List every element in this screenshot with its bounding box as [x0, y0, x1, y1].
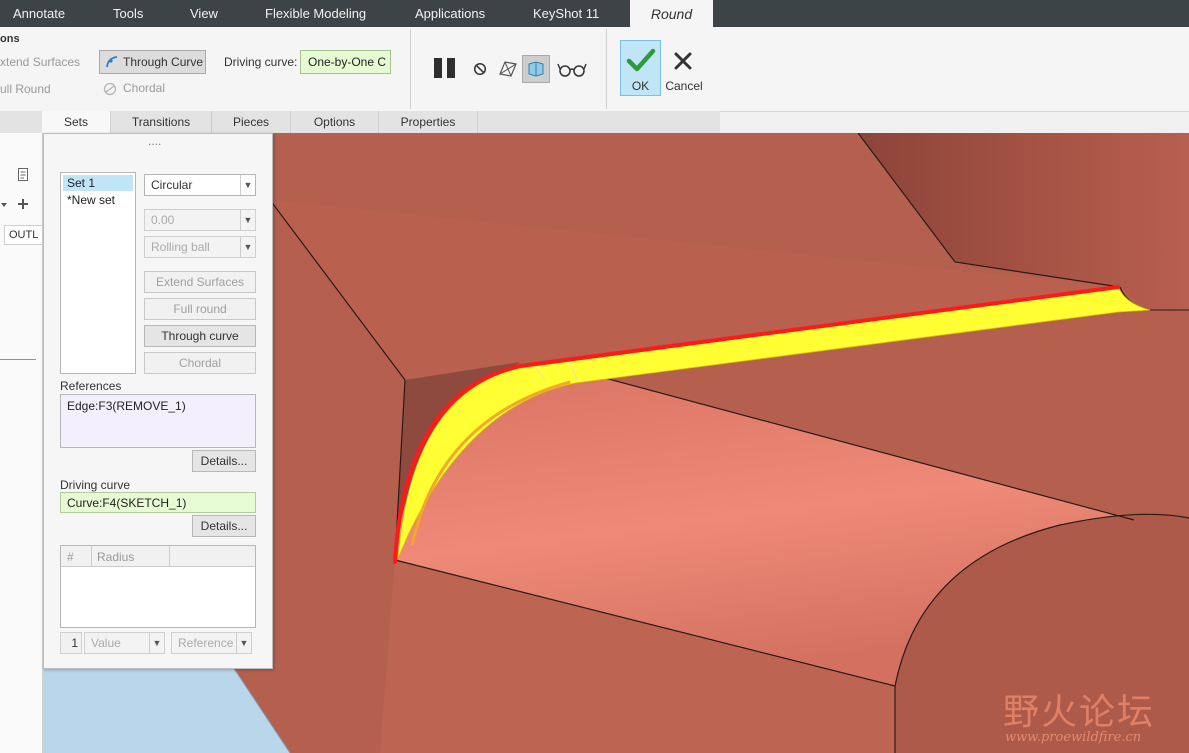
ribbon-separator	[606, 29, 607, 109]
pause-button[interactable]	[433, 57, 457, 79]
ok-label: OK	[631, 79, 650, 93]
driving-curve-field-value: One-by-One C	[308, 55, 387, 69]
chordal-icon	[103, 82, 117, 96]
chordal-panel-button[interactable]: Chordal	[144, 352, 256, 374]
tab-round[interactable]: Round	[630, 0, 713, 27]
chordal-label: Chordal	[123, 81, 166, 95]
glasses-icon	[557, 63, 587, 77]
tab-sets[interactable]: Sets	[42, 111, 111, 133]
geometry-preview-button[interactable]	[497, 58, 519, 80]
extend-surfaces-option[interactable]: xtend Surfaces	[0, 55, 80, 69]
chevron-down-icon: ▼	[240, 210, 255, 230]
tab-options[interactable]: Options	[291, 111, 379, 133]
pause-icon	[434, 58, 455, 78]
sets-list[interactable]: Set 1 *New set	[60, 172, 136, 374]
method-value: Rolling ball	[151, 240, 210, 254]
creation-method-select[interactable]: Rolling ball ▼	[144, 236, 256, 258]
conic-value-input[interactable]: 0.00 ▼	[144, 209, 256, 231]
table-header-number: #	[67, 550, 74, 564]
tab-transitions[interactable]: Transitions	[111, 111, 212, 133]
chevron-down-icon: ▼	[149, 633, 164, 653]
outline-column-label: OUTL	[9, 229, 39, 241]
dashboard-tabs: Sets Transitions Pieces Options Properti…	[0, 111, 720, 133]
cancel-label: Cancel	[665, 79, 703, 93]
radius-reference-label: Reference	[178, 636, 234, 650]
chevron-down-icon: ▼	[236, 633, 251, 653]
glasses-button[interactable]	[557, 60, 587, 78]
verify-mode-button[interactable]	[522, 55, 550, 83]
checkmark-icon	[626, 48, 656, 72]
radius-table-header: # Radius	[61, 546, 255, 567]
row-number-field[interactable]: 1	[60, 632, 82, 654]
driving-curve-label: Driving curve:	[224, 55, 298, 69]
tab-tools[interactable]: Tools	[113, 0, 143, 27]
sets-panel: .... Set 1 *New set Circular ▼ 0.00 ▼ Ro…	[43, 133, 273, 669]
chevron-down-icon[interactable]	[0, 201, 8, 209]
extend-surfaces-button[interactable]: Extend Surfaces	[144, 271, 256, 293]
ribbon: ons xtend Surfaces ull Round Through Cur…	[0, 27, 1189, 112]
outline-column-header[interactable]: OUTL	[4, 225, 43, 245]
set-1-item[interactable]: Set 1	[63, 175, 133, 191]
driving-curve-collector-value: Curve:F4(SKETCH_1)	[67, 496, 187, 510]
through-curve-panel-button[interactable]: Through curve	[144, 325, 256, 347]
tab-annotate[interactable]: Annotate	[13, 0, 65, 27]
chevron-down-icon: ▼	[240, 175, 255, 195]
watermark-logo: 野火论坛	[1003, 692, 1156, 733]
radius-value-select[interactable]: Value ▼	[84, 632, 165, 654]
radius-reference-select[interactable]: Reference ▼	[171, 632, 252, 654]
through-curve-button[interactable]: Through Curve	[99, 50, 206, 74]
driving-curve-field[interactable]: One-by-One C	[300, 50, 391, 74]
add-icon[interactable]	[17, 198, 29, 210]
set-1-label: Set 1	[67, 176, 96, 190]
close-icon	[674, 52, 692, 70]
geometry-preview-icon	[499, 61, 517, 77]
shape-value: Circular	[151, 178, 193, 192]
document-settings-icon[interactable]	[17, 167, 31, 183]
ribbon-separator	[410, 29, 411, 109]
no-preview-icon	[473, 62, 487, 76]
tab-pieces[interactable]: Pieces	[212, 111, 291, 133]
driving-curve-panel-label: Driving curve	[60, 478, 131, 492]
through-curve-label: Through Curve	[123, 55, 204, 69]
tab-flexible-modeling[interactable]: Flexible Modeling	[265, 0, 366, 27]
panel-grip[interactable]: ....	[148, 134, 161, 148]
chevron-down-icon: ▼	[240, 237, 255, 257]
no-preview-button[interactable]	[473, 62, 487, 76]
watermark-url: www.proewildfire.cn	[1005, 730, 1142, 745]
references-value: Edge:F3(REMOVE_1)	[67, 399, 186, 413]
through-curve-icon	[106, 56, 118, 68]
tab-keyshot[interactable]: KeyShot 11	[533, 0, 599, 27]
group-title: ons	[0, 33, 20, 45]
model-tree-strip: OUTL	[0, 133, 43, 753]
driving-curve-details-button[interactable]: Details...	[192, 515, 256, 537]
table-divider	[91, 546, 92, 566]
cross-section-shape-select[interactable]: Circular ▼	[144, 174, 256, 196]
table-header-radius: Radius	[97, 550, 135, 564]
conic-value: 0.00	[151, 213, 175, 227]
cancel-button[interactable]: Cancel	[664, 47, 704, 97]
new-set-item[interactable]: *New set	[67, 193, 115, 207]
tab-view[interactable]: View	[190, 0, 218, 27]
verify-mode-icon	[528, 61, 544, 77]
tab-applications[interactable]: Applications	[415, 0, 485, 27]
references-collector[interactable]: Edge:F3(REMOVE_1)	[60, 394, 256, 448]
ok-button[interactable]: OK	[620, 40, 661, 96]
radius-table[interactable]: # Radius	[60, 545, 256, 628]
references-label: References	[60, 379, 122, 393]
radius-value-label: Value	[91, 636, 121, 650]
tab-properties[interactable]: Properties	[379, 111, 478, 133]
full-round-button[interactable]: Full round	[144, 298, 256, 320]
ribbon-tab-bar: Annotate Tools View Flexible Modeling Ap…	[0, 0, 1189, 27]
references-details-button[interactable]: Details...	[192, 450, 256, 472]
table-divider	[169, 546, 170, 566]
full-round-option[interactable]: ull Round	[0, 82, 51, 96]
driving-curve-collector[interactable]: Curve:F4(SKETCH_1)	[60, 492, 256, 513]
tree-highlight-line	[0, 359, 36, 360]
